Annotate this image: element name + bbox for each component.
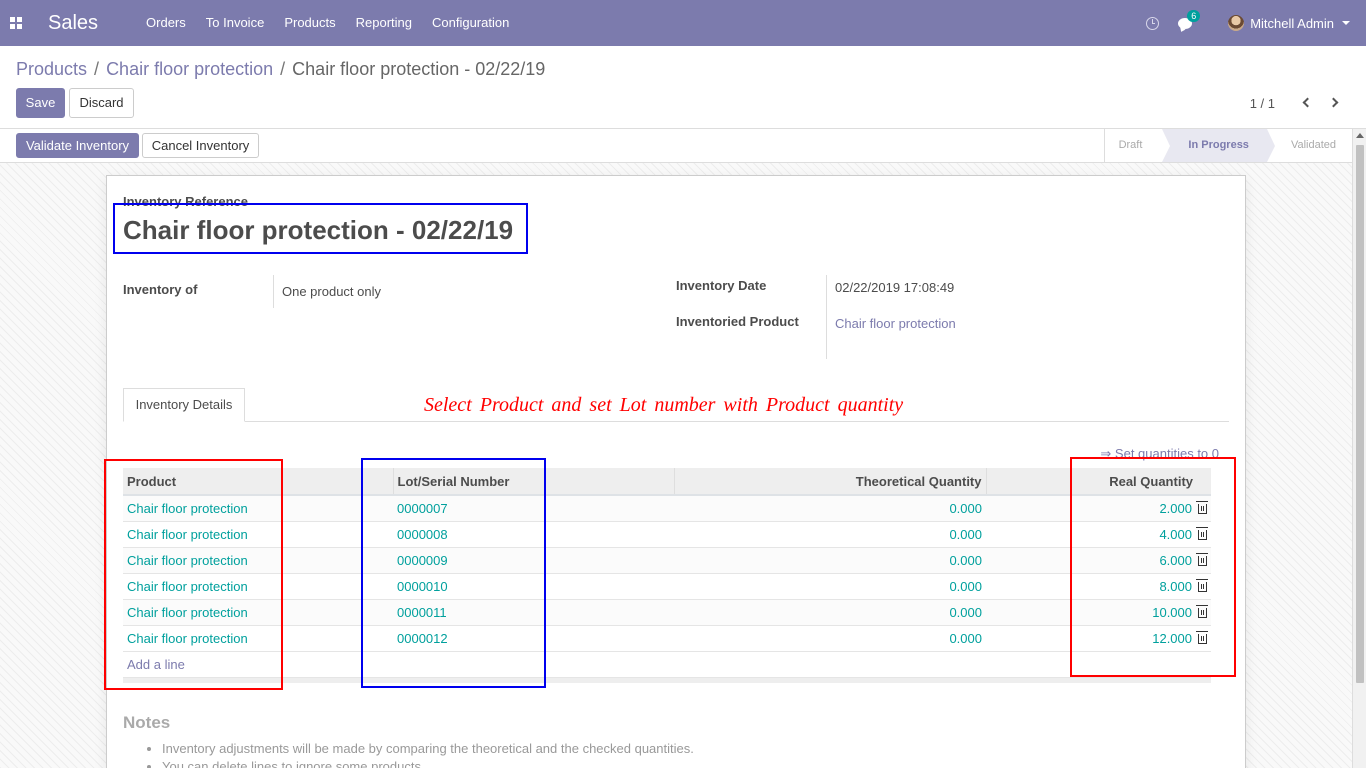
status-bar: Validate Inventory Cancel Inventory Draf… — [0, 129, 1352, 163]
menu-reporting[interactable]: Reporting — [346, 0, 422, 46]
systray: 6 Mitchell Admin — [1146, 0, 1366, 46]
breadcrumb-products[interactable]: Products — [16, 59, 87, 80]
column-theoretical-quantity[interactable]: Theoretical Quantity — [673, 468, 986, 496]
app-brand[interactable]: Sales — [48, 12, 98, 35]
table-row[interactable]: Chair floor protection 0000008 0.000 4.0… — [123, 521, 1211, 548]
scroll-up-arrow-icon[interactable] — [1356, 133, 1364, 138]
cancel-inventory-button[interactable]: Cancel Inventory — [142, 133, 259, 158]
pager-value[interactable]: 1 / 1 — [1250, 96, 1275, 111]
breadcrumb-current: Chair floor protection - 02/22/19 — [292, 59, 546, 79]
page-scrollbar[interactable] — [1352, 129, 1366, 768]
pager-next-button[interactable] — [1328, 95, 1342, 111]
activity-clock-icon[interactable] — [1146, 16, 1160, 30]
annotation-box-lot-column — [361, 458, 546, 688]
pager-previous-button[interactable] — [1300, 95, 1314, 111]
table-row[interactable]: Chair floor protection 0000009 0.000 6.0… — [123, 547, 1211, 574]
inventoried-product-label: Inventoried Product — [676, 314, 799, 329]
validate-inventory-button[interactable]: Validate Inventory — [16, 133, 139, 158]
inventory-of-field[interactable]: One product only — [282, 284, 381, 299]
inventory-of-label: Inventory of — [123, 282, 198, 297]
tab-divider — [123, 421, 1229, 422]
table-row[interactable]: Chair floor protection 0000012 0.000 12.… — [123, 625, 1211, 652]
menu-to-invoice[interactable]: To Invoice — [196, 0, 275, 46]
scrollbar-thumb[interactable] — [1356, 145, 1364, 683]
menu-configuration[interactable]: Configuration — [422, 0, 519, 46]
save-button[interactable]: Save — [16, 88, 65, 118]
field-divider — [826, 275, 827, 359]
inventory-date-label: Inventory Date — [676, 278, 767, 293]
annotation-instruction-text: Select Product and set Lot number with P… — [424, 394, 904, 416]
note-item: You can delete lines to ignore some prod… — [162, 758, 694, 768]
user-avatar[interactable] — [1228, 15, 1245, 31]
table-row[interactable]: Chair floor protection 0000007 0.000 2.0… — [123, 495, 1211, 522]
menu-orders[interactable]: Orders — [136, 0, 196, 46]
add-line-row: Add a line — [123, 651, 1211, 678]
row-theoretical[interactable]: 0.000 — [674, 625, 986, 652]
stage-validated: Validated — [1290, 139, 1336, 151]
breadcrumb-product[interactable]: Chair floor protection — [106, 59, 273, 80]
stage-indicator: Draft In Progress Validated — [1103, 129, 1352, 162]
messages-count-badge: 6 — [1187, 9, 1201, 22]
main-menu: Orders To Invoice Products Reporting Con… — [136, 0, 519, 46]
stage-draft: Draft — [1105, 129, 1171, 162]
table-footer-row — [123, 677, 1211, 683]
stage-in-progress: In Progress — [1162, 129, 1275, 162]
breadcrumb: Products / Chair floor protection / Chai… — [16, 59, 545, 80]
user-menu-caret-icon[interactable] — [1342, 21, 1350, 25]
notes-title: Notes — [123, 713, 171, 732]
row-theoretical[interactable]: 0.000 — [674, 495, 986, 522]
apps-grid-icon — [10, 17, 22, 29]
inventory-date-field[interactable]: 02/22/2019 17:08:49 — [835, 280, 954, 295]
inventoried-product-link[interactable]: Chair floor protection — [835, 316, 956, 331]
table-row[interactable]: Chair floor protection 0000011 0.000 10.… — [123, 599, 1211, 626]
row-theoretical[interactable]: 0.000 — [674, 573, 986, 600]
table-header-row: Product Lot/Serial Number Theoretical Qu… — [123, 468, 1211, 496]
table-row[interactable]: Chair floor protection 0000010 0.000 8.0… — [123, 573, 1211, 600]
field-divider — [273, 275, 274, 308]
control-panel: Products / Chair floor protection / Chai… — [0, 46, 1366, 129]
row-theoretical[interactable]: 0.000 — [674, 547, 986, 574]
discard-button[interactable]: Discard — [69, 88, 134, 118]
row-theoretical[interactable]: 0.000 — [674, 521, 986, 548]
annotation-box-reference — [113, 203, 528, 254]
inventory-lines-table: Product Lot/Serial Number Theoretical Qu… — [123, 468, 1211, 683]
user-name[interactable]: Mitchell Admin — [1250, 16, 1334, 31]
annotation-box-product-column — [104, 459, 283, 690]
top-navbar: Sales Orders To Invoice Products Reporti… — [0, 0, 1366, 46]
chevron-left-icon — [1302, 97, 1313, 108]
chevron-right-icon — [1328, 97, 1339, 108]
tab-inventory-details[interactable]: Inventory Details — [123, 388, 245, 422]
annotation-box-quantity-column — [1070, 457, 1236, 677]
row-theoretical[interactable]: 0.000 — [674, 599, 986, 626]
breadcrumb-separator: / — [280, 59, 286, 79]
note-item: Inventory adjustments will be made by co… — [162, 740, 694, 758]
breadcrumb-separator: / — [94, 59, 100, 79]
messaging-menu[interactable]: 6 — [1178, 9, 1201, 29]
notes-list: Inventory adjustments will be made by co… — [162, 740, 694, 768]
menu-products[interactable]: Products — [274, 0, 345, 46]
apps-menu-button[interactable] — [0, 0, 32, 46]
